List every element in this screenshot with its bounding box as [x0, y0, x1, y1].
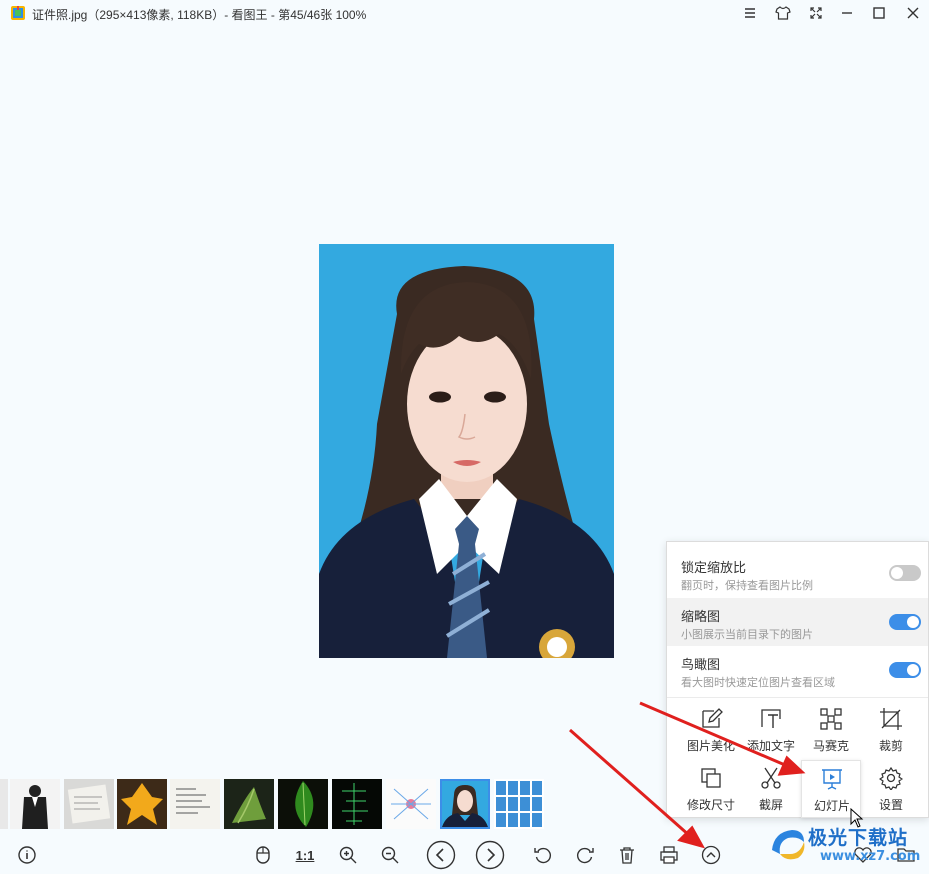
fullscreen-icon: [810, 7, 822, 19]
thumbnail[interactable]: [117, 779, 167, 829]
thumbnail-row[interactable]: 缩略图 小图展示当前目录下的图片: [667, 598, 928, 646]
thumbnail[interactable]: [278, 779, 328, 829]
zoom-in-icon: [339, 846, 357, 864]
thumbnail-strip: [0, 775, 548, 833]
thumbnail[interactable]: [64, 779, 114, 829]
scissors-icon: [761, 767, 781, 789]
minimize-icon: [842, 12, 852, 14]
tool-crop[interactable]: 裁剪: [861, 701, 921, 759]
actual-size-label: 1:1: [295, 847, 315, 863]
thumbnail[interactable]: [386, 779, 436, 829]
thumbnail[interactable]: [494, 779, 544, 829]
tool-label: 修改尺寸: [686, 798, 735, 812]
more-options-panel: 锁定缩放比 翻页时，保持查看图片比例 缩略图 小图展示当前目录下的图片 鸟瞰图 …: [666, 541, 929, 818]
slideshow-icon: [822, 769, 842, 790]
info-icon: [18, 846, 36, 864]
info-button[interactable]: [14, 840, 40, 870]
lock-zoom-toggle[interactable]: [889, 565, 921, 581]
chevron-up-icon: [701, 845, 721, 865]
divider: [667, 697, 928, 698]
row-subtitle: 看大图时快速定位图片查看区域: [681, 677, 835, 689]
row-title: 锁定缩放比: [681, 560, 747, 575]
toggle-knob: [891, 567, 903, 579]
trash-icon: [620, 847, 634, 864]
maximize-icon: [873, 7, 885, 19]
tool-resize[interactable]: 修改尺寸: [681, 760, 741, 818]
tool-label: 截屏: [758, 798, 783, 812]
tool-settings[interactable]: 设置: [861, 760, 921, 818]
mouse-icon: [256, 846, 270, 864]
row-subtitle: 小图展示当前目录下的图片: [681, 629, 813, 641]
thumbnail[interactable]: [170, 779, 220, 829]
birds-eye-row[interactable]: 鸟瞰图 看大图时快速定位图片查看区域: [667, 646, 928, 694]
maximize-button[interactable]: [868, 3, 890, 23]
zoom-out-button[interactable]: [377, 840, 403, 870]
app-icon: [11, 6, 25, 20]
tool-label: 图片美化: [686, 739, 735, 753]
skin-button[interactable]: [772, 3, 794, 23]
print-button[interactable]: [656, 840, 682, 870]
resize-icon: [701, 768, 721, 788]
tool-label: 马赛克: [812, 739, 849, 753]
thumbnail[interactable]: [224, 779, 274, 829]
chevron-left-icon: [426, 840, 456, 870]
watermark-text: 极光下载站: [808, 827, 909, 849]
thumbnail[interactable]: [332, 779, 382, 829]
delete-button[interactable]: [614, 840, 640, 870]
rotate-left-button[interactable]: [530, 840, 556, 870]
previous-image-button[interactable]: [425, 840, 457, 870]
thumbnail[interactable]: [10, 779, 60, 829]
add-text-icon: [761, 709, 781, 728]
row-title: 鸟瞰图: [681, 657, 721, 672]
window-title: 证件照.jpg（295×413像素, 118KB）- 看图王 - 第45/46张…: [32, 8, 367, 22]
tool-label: 裁剪: [878, 739, 903, 753]
edit-icon: [702, 708, 723, 728]
fullscreen-button[interactable]: [805, 3, 827, 23]
mouse-mode-button[interactable]: [250, 840, 276, 870]
toggle-knob: [907, 616, 919, 628]
crop-icon: [880, 708, 902, 730]
minimize-button[interactable]: [836, 3, 858, 23]
mosaic-icon: [820, 708, 842, 730]
row-title: 缩略图: [681, 609, 721, 624]
rotate-right-button[interactable]: [572, 840, 598, 870]
close-icon: [907, 7, 919, 19]
actual-size-button[interactable]: 1:1: [290, 840, 320, 870]
lock-zoom-row[interactable]: 锁定缩放比 翻页时，保持查看图片比例: [667, 549, 928, 597]
watermark-url: www.xz7.com: [820, 849, 921, 864]
title-bar: 证件照.jpg（295×413像素, 118KB）- 看图王 - 第45/46张…: [0, 0, 929, 26]
main-photo: [319, 244, 614, 658]
thumbnail-toggle[interactable]: [889, 614, 921, 630]
more-options-button[interactable]: [698, 840, 724, 870]
chevron-right-icon: [475, 840, 505, 870]
zoom-in-button[interactable]: [335, 840, 361, 870]
tool-label: 设置: [878, 798, 903, 812]
tool-beautify[interactable]: 图片美化: [681, 701, 741, 759]
site-watermark: 极光下载站 www.xz7.com: [766, 818, 926, 872]
thumbnail-current[interactable]: [440, 779, 490, 829]
thumbnail[interactable]: [0, 779, 8, 829]
rotate-right-icon: [576, 847, 594, 864]
tool-screenshot[interactable]: 截屏: [741, 760, 801, 818]
menu-button[interactable]: [739, 3, 761, 23]
printer-icon: [660, 846, 678, 864]
watermark-logo-icon: [772, 830, 805, 860]
shirt-icon: [775, 6, 791, 20]
zoom-out-icon: [381, 846, 399, 864]
toggle-knob: [907, 664, 919, 676]
gear-icon: [879, 766, 903, 790]
next-image-button[interactable]: [474, 840, 506, 870]
rotate-left-icon: [534, 847, 552, 864]
tool-add-text[interactable]: 添加文字: [741, 701, 801, 759]
close-button[interactable]: [902, 3, 924, 23]
birds-eye-toggle[interactable]: [889, 662, 921, 678]
tool-label: 添加文字: [746, 739, 795, 753]
hamburger-menu-icon: [745, 8, 755, 18]
row-subtitle: 翻页时，保持查看图片比例: [681, 580, 813, 592]
tool-mosaic[interactable]: 马赛克: [801, 701, 861, 759]
